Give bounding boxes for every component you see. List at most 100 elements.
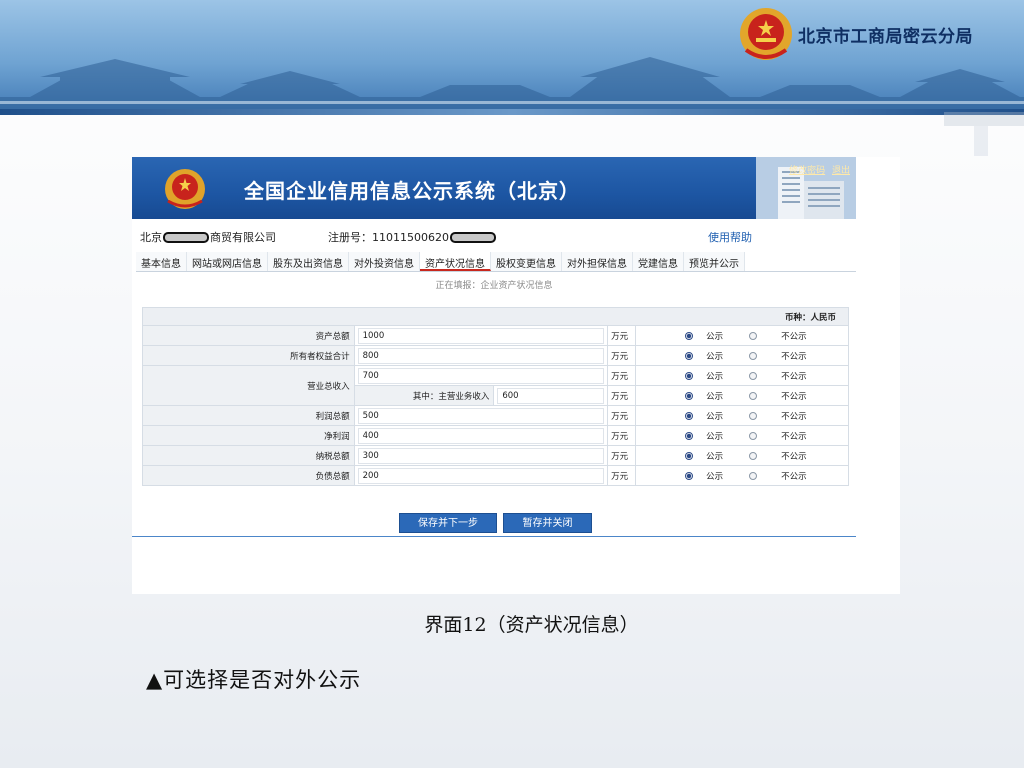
private-label: 不公示 — [781, 351, 807, 362]
private-radio[interactable] — [749, 371, 758, 380]
tab-equity-change[interactable]: 股权变更信息 — [491, 252, 562, 271]
tab-website-info[interactable]: 网站或网店信息 — [187, 252, 268, 271]
public-label: 公示 — [706, 451, 724, 462]
total-assets-input[interactable] — [357, 327, 605, 344]
unit-label: 万元 — [607, 425, 637, 446]
public-radio[interactable] — [685, 471, 694, 480]
bureau-name: 北京市工商局密云分局 — [798, 27, 973, 47]
public-label: 公示 — [706, 431, 724, 442]
currency-label: 币种：人民币 — [142, 307, 849, 326]
public-label: 公示 — [706, 371, 724, 382]
table-row: 净利润 万元 公示 不公示 — [142, 425, 849, 446]
revenue-input[interactable] — [357, 367, 605, 384]
main-revenue-input[interactable] — [497, 387, 605, 404]
field-label: 资产总额 — [142, 325, 355, 346]
figure-caption: 界面12（资产状况信息） — [424, 614, 639, 636]
private-radio[interactable] — [749, 331, 758, 340]
app-header: 全国企业信用信息公示系统（北京） 修改密码 退出 — [132, 157, 856, 219]
public-radio[interactable] — [685, 371, 694, 380]
net-profit-input[interactable] — [357, 427, 605, 444]
sub-field-label: 其中：主营业务收入 — [353, 385, 495, 406]
unit-label: 万元 — [607, 465, 637, 486]
public-label: 公示 — [706, 391, 724, 402]
public-label: 公示 — [706, 331, 724, 342]
tab-bar: 基本信息 网站或网店信息 股东及出资信息 对外投资信息 资产状况信息 股权变更信… — [136, 252, 856, 272]
public-radio[interactable] — [685, 431, 694, 440]
public-radio[interactable] — [685, 351, 694, 360]
national-emblem-icon — [740, 8, 792, 60]
total-liabilities-input[interactable] — [357, 467, 605, 484]
field-label: 纳税总额 — [142, 445, 355, 466]
private-label: 不公示 — [781, 371, 807, 382]
unit-label: 万元 — [607, 365, 637, 386]
unit-label: 万元 — [607, 445, 637, 466]
field-label: 负债总额 — [142, 465, 355, 486]
tab-guarantee-info[interactable]: 对外担保信息 — [562, 252, 633, 271]
header-links: 修改密码 退出 — [785, 163, 850, 176]
tax-total-input[interactable] — [357, 447, 605, 464]
owner-equity-input[interactable] — [357, 347, 605, 364]
asset-form-table: 币种：人民币 资产总额 万元 公示不公示 所有者权益合计 万元 公示不公示 营业… — [142, 307, 849, 486]
public-radio[interactable] — [685, 411, 694, 420]
logout-link[interactable]: 退出 — [832, 166, 850, 176]
public-label: 公示 — [706, 411, 724, 422]
unit-label: 万元 — [607, 405, 637, 426]
private-label: 不公示 — [781, 471, 807, 482]
private-radio[interactable] — [749, 431, 758, 440]
tab-party-info[interactable]: 党建信息 — [633, 252, 684, 271]
currency-row: 币种：人民币 — [142, 307, 849, 326]
save-close-button[interactable]: 暂存并关闭 — [503, 513, 592, 533]
private-label: 不公示 — [781, 431, 807, 442]
public-radio[interactable] — [685, 331, 694, 340]
form-screenshot: 全国企业信用信息公示系统（北京） 修改密码 退出 北京 商贸有限公司 注册号：11… — [132, 157, 900, 594]
corner-decoration — [944, 112, 1024, 156]
unit-label: 万元 — [607, 385, 637, 406]
unit-label: 万元 — [607, 325, 637, 346]
unit-label: 万元 — [607, 345, 637, 366]
registration-number: 注册号：11011500620 — [328, 229, 497, 245]
save-next-button[interactable]: 保存并下一步 — [399, 513, 497, 533]
private-radio[interactable] — [749, 411, 758, 420]
private-radio[interactable] — [749, 351, 758, 360]
tab-preview-publish[interactable]: 预览并公示 — [684, 252, 745, 271]
divider — [132, 536, 856, 537]
total-profit-input[interactable] — [357, 407, 605, 424]
private-label: 不公示 — [781, 391, 807, 402]
help-link[interactable]: 使用帮助 — [708, 229, 752, 245]
redaction-mark — [449, 232, 496, 243]
banner-rule — [0, 109, 1024, 115]
public-label: 公示 — [706, 471, 724, 482]
company-name: 北京 商贸有限公司 — [140, 229, 276, 245]
table-row: 纳税总额 万元 公示 不公示 — [142, 445, 849, 466]
field-label: 营业总收入 — [142, 365, 355, 406]
private-radio[interactable] — [749, 471, 758, 480]
tab-basic-info[interactable]: 基本信息 — [136, 252, 187, 271]
field-label: 利润总额 — [142, 405, 355, 426]
private-radio[interactable] — [749, 391, 758, 400]
public-radio[interactable] — [685, 391, 694, 400]
badge-emblem-icon — [165, 169, 205, 209]
table-row: 营业总收入 万元 公示不公示 — [142, 365, 849, 406]
private-label: 不公示 — [781, 411, 807, 422]
filling-status: 正在填报：企业资产状况信息 — [435, 281, 553, 291]
table-row: 负债总额 万元 公示 不公示 — [142, 465, 849, 486]
tab-asset-info[interactable]: 资产状况信息 — [420, 252, 491, 271]
private-label: 不公示 — [781, 451, 807, 462]
private-radio[interactable] — [749, 451, 758, 460]
system-title: 全国企业信用信息公示系统（北京） — [244, 179, 580, 203]
bullet-note: ▲可选择是否对外公示 — [146, 668, 362, 692]
registration-label: 注册号：11011500620 — [328, 231, 449, 244]
slide-banner: 北京市工商局密云分局 — [0, 0, 1024, 115]
tab-shareholder-info[interactable]: 股东及出资信息 — [268, 252, 349, 271]
table-row: 利润总额 万元 公示 不公示 — [142, 405, 849, 426]
private-label: 不公示 — [781, 331, 807, 342]
change-password-link[interactable]: 修改密码 — [789, 166, 825, 176]
palace-skyline-image — [0, 57, 1024, 115]
company-name-suffix: 商贸有限公司 — [210, 231, 276, 244]
field-label: 净利润 — [142, 425, 355, 446]
tab-investment-info[interactable]: 对外投资信息 — [349, 252, 420, 271]
table-row: 资产总额 万元 公示 不公示 — [142, 325, 849, 346]
public-radio[interactable] — [685, 451, 694, 460]
redaction-mark — [163, 232, 209, 243]
table-row: 所有者权益合计 万元 公示 不公示 — [142, 345, 849, 366]
